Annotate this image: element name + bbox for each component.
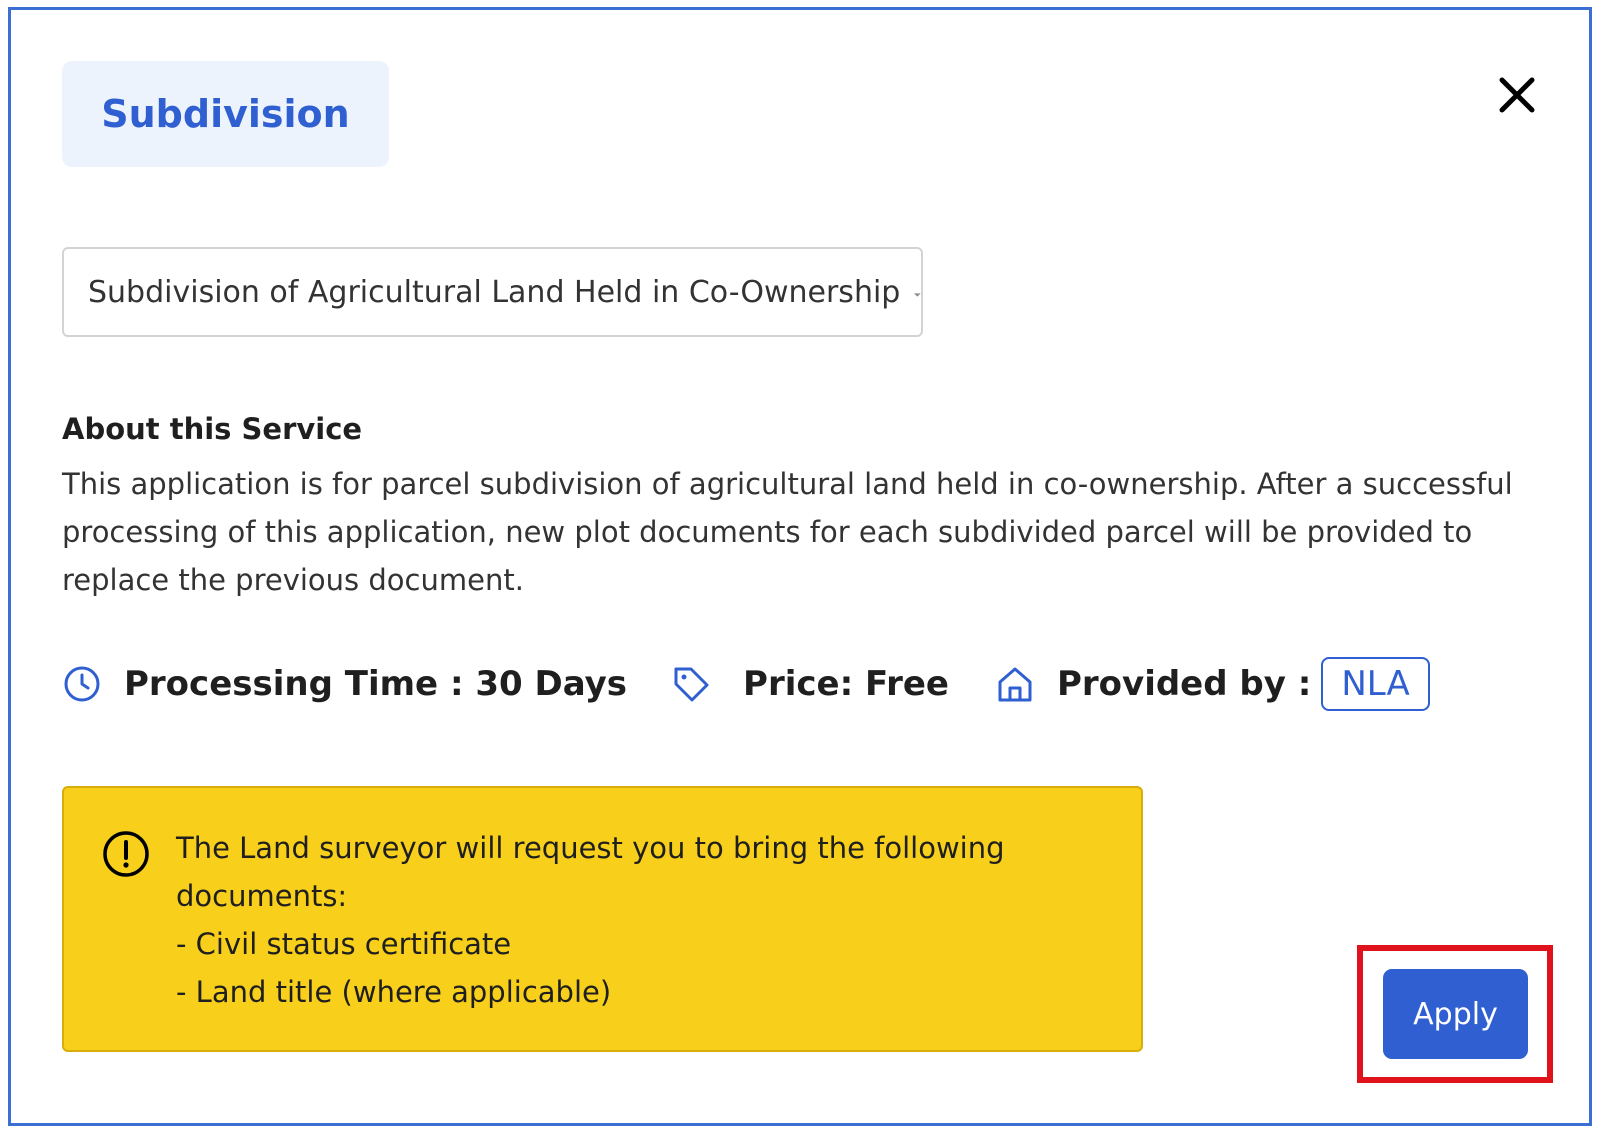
category-pill: Subdivision xyxy=(62,61,389,167)
provider-badge: NLA xyxy=(1321,657,1430,711)
close-icon xyxy=(1499,77,1535,113)
clock-icon xyxy=(64,666,100,702)
price: Price: Free xyxy=(743,664,949,704)
caret-down-icon xyxy=(914,293,921,297)
category-label: Subdivision xyxy=(101,92,350,136)
notice-text: The Land surveyor will request you to br… xyxy=(176,824,1116,1016)
service-type-dropdown[interactable]: Subdivision of Agricultural Land Held in… xyxy=(62,247,923,337)
apply-button[interactable]: Apply xyxy=(1383,969,1528,1059)
notice-line: documents: xyxy=(176,879,348,913)
service-type-selected-value: Subdivision of Agricultural Land Held in… xyxy=(88,274,901,310)
about-description: This application is for parcel subdivisi… xyxy=(62,467,1513,597)
notice-line: The Land surveyor will request you to br… xyxy=(176,831,1005,865)
service-meta-row: Processing Time : 30 Days Price: Free Pr… xyxy=(62,656,1430,712)
documents-notice: The Land surveyor will request you to br… xyxy=(62,786,1143,1052)
notice-line: - Civil status certificate xyxy=(176,927,512,961)
provided-by-label: Provided by : xyxy=(1056,664,1312,704)
home-icon xyxy=(998,667,1032,702)
close-button[interactable] xyxy=(1494,72,1540,118)
alert-circle-icon xyxy=(103,831,149,877)
processing-time: Processing Time : 30 Days xyxy=(124,664,628,704)
tag-icon xyxy=(674,667,709,702)
notice-line: - Land title (where applicable) xyxy=(176,975,612,1009)
service-modal: Subdivision Subdivision of Agricultural … xyxy=(8,7,1592,1126)
about-heading: About this Service xyxy=(62,412,363,446)
